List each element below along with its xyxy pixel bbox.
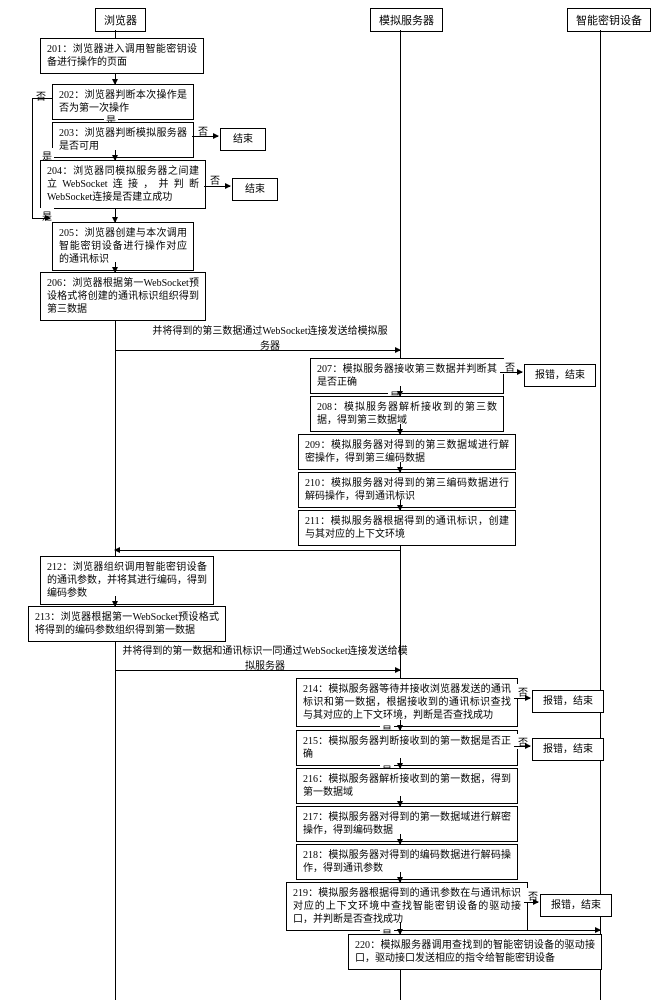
step-207: 207：模拟服务器接收第三数据并判断其是否正确 xyxy=(310,358,504,394)
step-208: 208：模拟服务器解析接收到的第三数据，得到第三数据域 xyxy=(310,396,504,432)
connector xyxy=(400,386,401,396)
connector xyxy=(400,462,401,472)
step-219: 219：模拟服务器根据得到的通讯参数在与通讯标识对应的上下文环境中查找智能密钥设… xyxy=(286,882,528,931)
err-end-4: 报错，结束 xyxy=(540,894,612,917)
connector xyxy=(32,98,33,218)
connector xyxy=(400,834,401,844)
connector xyxy=(400,922,401,934)
connector xyxy=(32,218,50,219)
lane-server: 模拟服务器 xyxy=(370,8,443,32)
step-212: 212：浏览器组织调用智能密钥设备的通讯参数，并将其进行编码，得到编码参数 xyxy=(40,556,214,605)
err-end-3: 报错，结束 xyxy=(532,738,604,761)
connector xyxy=(115,212,116,222)
lane-device: 智能密钥设备 xyxy=(567,8,651,32)
step-204: 204：浏览器同模拟服务器之间建立WebSocket连接，并判断WebSocke… xyxy=(40,160,206,209)
err-end-1: 报错，结束 xyxy=(524,364,596,387)
step-217: 217：模拟服务器对得到的第一数据域进行解密操作，得到编码数据 xyxy=(296,806,518,842)
step-206: 206：浏览器根据第一WebSocket预设格式将创建的通讯标识组织得到第三数据 xyxy=(40,272,206,321)
connector xyxy=(115,74,116,84)
step-216: 216：模拟服务器解析接收到的第一数据，得到第一数据域 xyxy=(296,768,518,804)
connector xyxy=(192,136,218,137)
connector xyxy=(400,424,401,434)
connector xyxy=(400,872,401,882)
step-203: 203：浏览器判断模拟服务器是否可用 xyxy=(52,122,194,158)
connector xyxy=(500,372,522,373)
connector xyxy=(514,746,530,747)
connector xyxy=(115,262,116,272)
step-215: 215：模拟服务器判断接收到的第一数据是否正确 xyxy=(296,730,518,766)
message-1: 并将得到的第三数据通过WebSocket连接发送给模拟服务器 xyxy=(150,322,390,352)
connector xyxy=(400,500,401,510)
connector xyxy=(400,796,401,806)
lane-browser: 浏览器 xyxy=(95,8,146,32)
step-210: 210：模拟服务器对得到的第三编码数据进行解码操作，得到通讯标识 xyxy=(298,472,516,508)
lifeline-device xyxy=(600,30,601,1000)
connector xyxy=(400,720,401,730)
step-213: 213：浏览器根据第一WebSocket预设格式将得到的编码参数组织得到第一数据 xyxy=(28,606,226,642)
message-arrow-2 xyxy=(115,670,400,671)
step-209: 209：模拟服务器对得到的第三数据域进行解密操作，得到第三编码数据 xyxy=(298,434,516,470)
message-arrow-1 xyxy=(115,350,400,351)
return-arrow-1 xyxy=(115,550,400,551)
end-box-2: 结束 xyxy=(232,178,278,201)
step-205: 205：浏览器创建与本次调用智能密钥设备进行操作对应的通讯标识 xyxy=(52,222,194,271)
sequence-diagram: 浏览器 模拟服务器 智能密钥设备 201：浏览器进入调用智能密钥设备进行操作的页… xyxy=(0,0,657,1000)
connector xyxy=(115,150,116,160)
message-arrow-device xyxy=(514,930,600,931)
connector xyxy=(115,596,116,606)
message-2: 并将得到的第一数据和通讯标识一同通过WebSocket连接发送给模拟服务器 xyxy=(120,642,410,672)
connector xyxy=(32,98,52,99)
err-end-2: 报错，结束 xyxy=(532,690,604,713)
connector xyxy=(524,902,538,903)
label-no: 否 xyxy=(208,172,222,187)
connector xyxy=(514,698,530,699)
connector xyxy=(204,186,230,187)
step-214: 214：模拟服务器等待并接收浏览器发送的通讯标识和第一数据，根据接收到的通讯标识… xyxy=(296,678,518,727)
step-201: 201：浏览器进入调用智能密钥设备进行操作的页面 xyxy=(40,38,204,74)
step-220: 220：模拟服务器调用查找到的智能密钥设备的驱动接口，驱动接口发送相应的指令给智… xyxy=(348,934,602,970)
connector xyxy=(400,758,401,768)
end-box-1: 结束 xyxy=(220,128,266,151)
step-218: 218：模拟服务器对得到的编码数据进行解码操作，得到通讯参数 xyxy=(296,844,518,880)
label-no: 否 xyxy=(34,88,48,103)
step-202: 202：浏览器判断本次操作是否为第一次操作 xyxy=(52,84,194,120)
step-211: 211：模拟服务器根据得到的通讯标识，创建与其对应的上下文环境 xyxy=(298,510,516,546)
